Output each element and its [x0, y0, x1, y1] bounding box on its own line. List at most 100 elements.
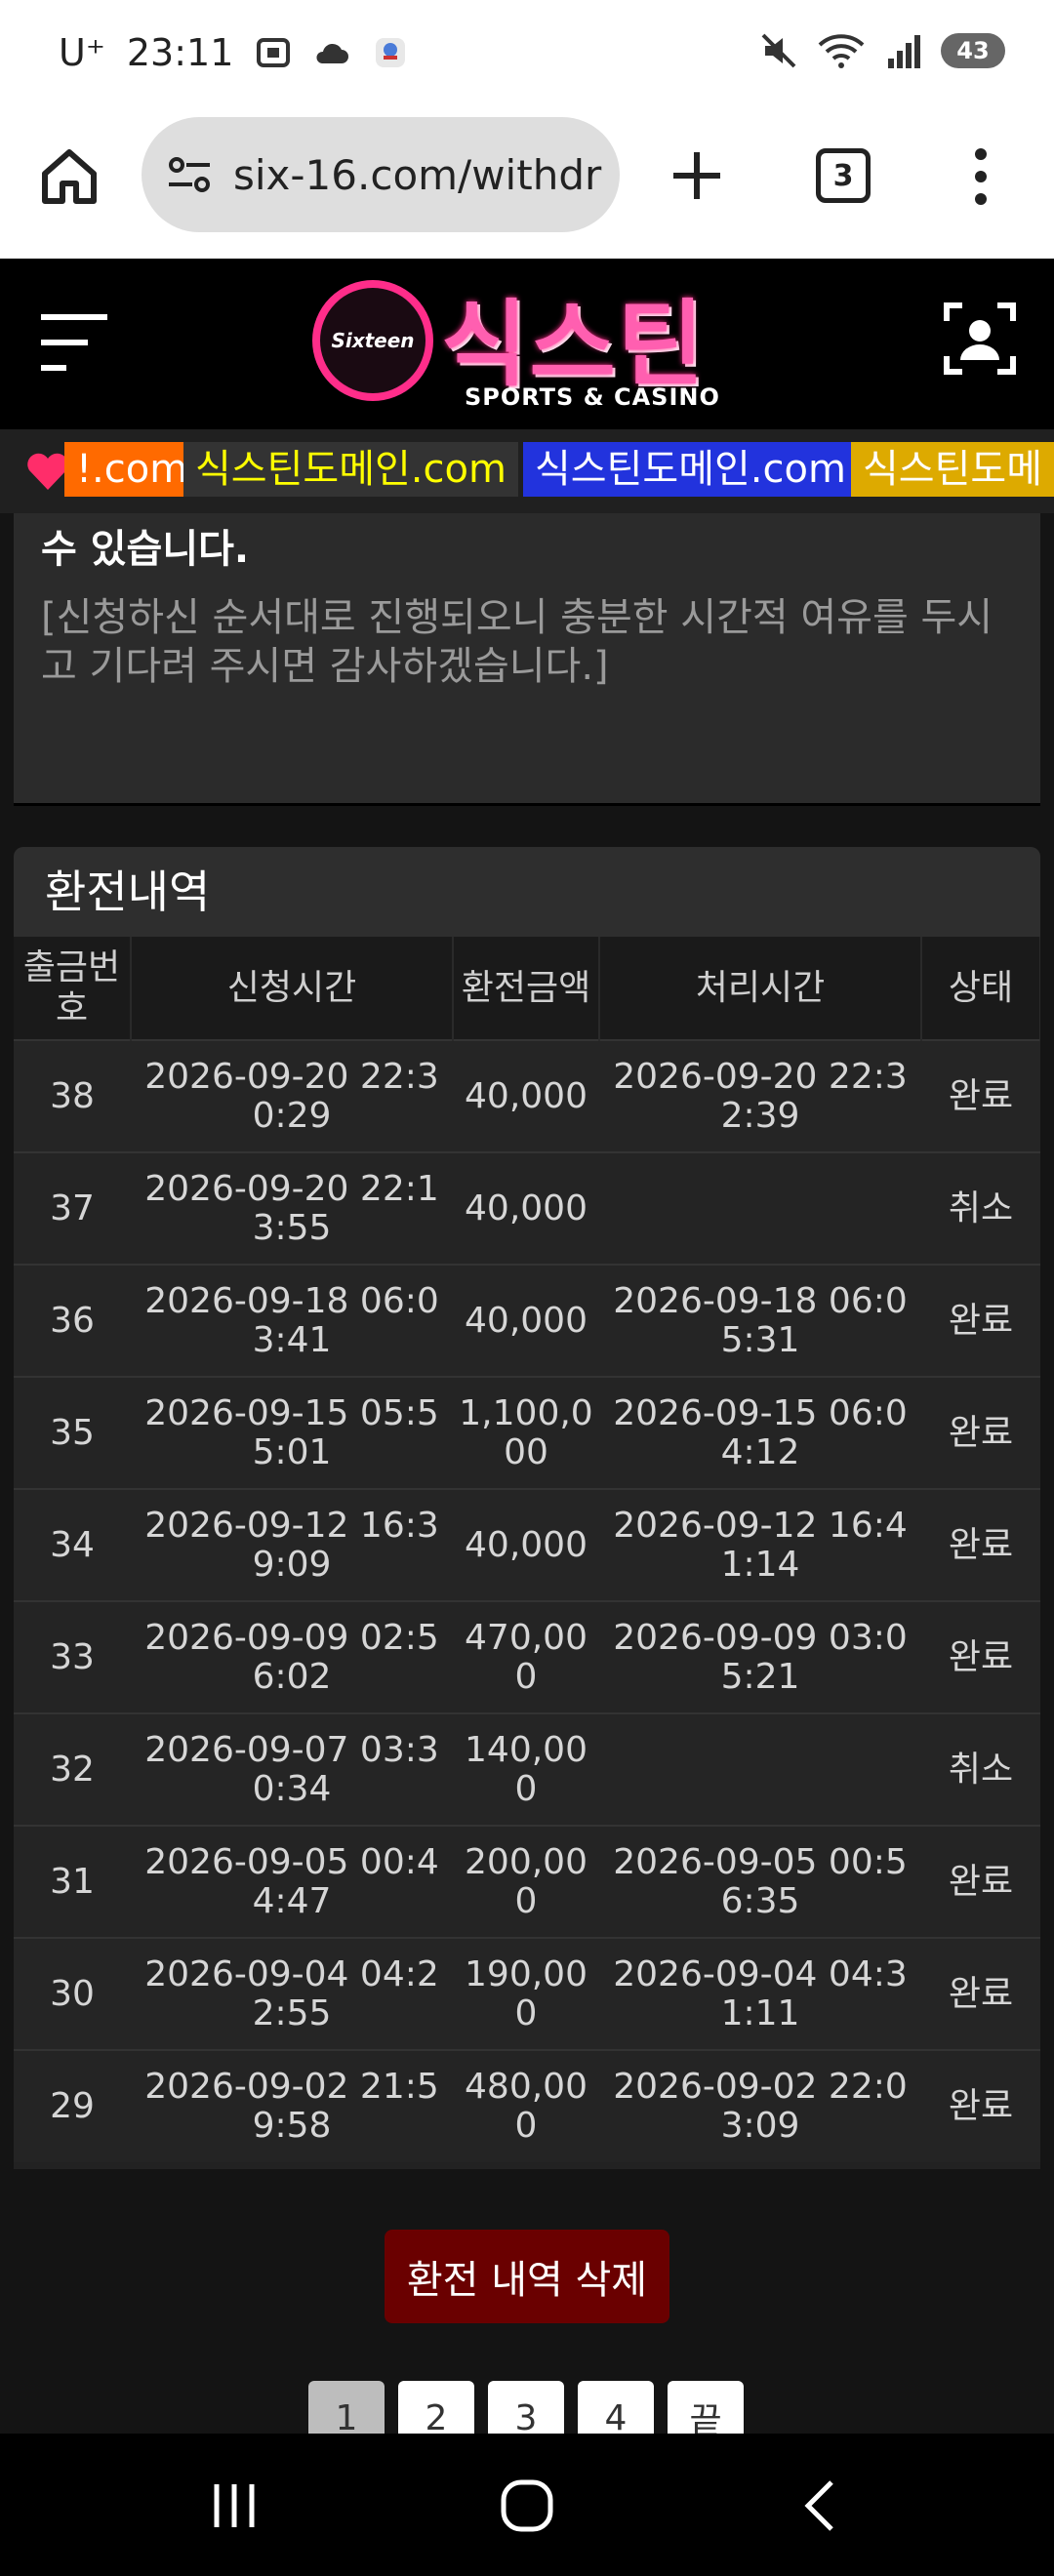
cell-amount: 40,000	[465, 1524, 588, 1565]
cell-no: 34	[50, 1524, 95, 1565]
cell-amount: 470,000	[465, 1617, 588, 1697]
ticker-item[interactable]: !.com	[64, 442, 200, 497]
column-header-amount: 환전금액	[453, 937, 600, 1040]
cell-processed: 2026-09-05 00:56:35	[613, 1841, 908, 1921]
cell-requested: 2026-09-12 16:39:09	[144, 1505, 439, 1585]
cell-status: 완료	[948, 2086, 1014, 2126]
table-row: 38 2026-09-20 22:30:29 40,000 2026-09-20 22…	[14, 1040, 1040, 1152]
cell-status: 완료	[948, 1524, 1014, 1565]
cell-processed: 2026-09-02 22:03:09	[613, 2067, 908, 2146]
cell-status: 완료	[948, 1973, 1014, 2014]
table-row: 34 2026-09-12 16:39:09 40,000 2026-09-12 16…	[14, 1489, 1040, 1601]
more-options-icon[interactable]	[966, 144, 995, 209]
battery-indicator: 43	[941, 33, 1005, 68]
cell-processed: 2026-09-18 06:05:31	[613, 1280, 908, 1360]
cell-no: 35	[50, 1412, 95, 1453]
cell-no: 30	[50, 1973, 95, 2014]
status-bar: U⁺ 23:11 43	[0, 0, 1054, 107]
column-header-requested: 신청시간	[131, 937, 454, 1040]
home-nav-icon[interactable]	[498, 2476, 556, 2535]
cell-processed: 2026-09-12 16:41:14	[613, 1505, 908, 1585]
system-navigation-bar	[0, 2434, 1054, 2576]
ticker-item[interactable]: 식스틴도메인.com	[183, 442, 518, 497]
cell-no: 38	[50, 1075, 95, 1116]
signal-icon	[888, 35, 920, 68]
tab-switcher-button[interactable]: 3	[816, 148, 871, 203]
cell-requested: 2026-09-07 03:30:34	[144, 1729, 439, 1809]
ticker-item[interactable]: 식스틴도메인.com	[523, 442, 858, 497]
cell-requested: 2026-09-05 00:44:47	[144, 1841, 439, 1921]
cell-no: 31	[50, 1861, 95, 1902]
recent-apps-icon[interactable]	[205, 2476, 264, 2535]
cell-no: 32	[50, 1749, 95, 1790]
logo-subtitle: SPORTS & CASINO	[465, 383, 720, 411]
delete-history-button[interactable]: 환전 내역 삭제	[385, 2230, 669, 2323]
cell-no: 33	[50, 1636, 95, 1677]
site-settings-icon[interactable]	[165, 155, 214, 194]
table-row: 29 2026-09-02 21:59:58 480,000 2026-09-02 2…	[14, 2050, 1040, 2162]
cell-amount: 40,000	[465, 1075, 588, 1116]
column-header-no: 출금번호	[14, 937, 132, 1040]
home-icon[interactable]	[37, 144, 101, 209]
url-text[interactable]: six-16.com/withdr	[233, 151, 601, 199]
column-header-status: 상태	[921, 937, 1040, 1040]
cell-no: 29	[50, 2086, 95, 2126]
wifi-icon	[818, 34, 865, 68]
cell-processed: 2026-09-15 06:04:12	[613, 1392, 908, 1472]
cell-status: 취소	[948, 1749, 1014, 1790]
cell-processed	[599, 1152, 921, 1265]
cell-amount: 140,000	[465, 1729, 588, 1809]
cell-status: 취소	[948, 1187, 1014, 1228]
cell-requested: 2026-09-20 22:13:55	[144, 1168, 439, 1248]
column-header-processed: 처리시간	[599, 937, 922, 1040]
cloud-icon	[316, 43, 349, 63]
cell-no: 37	[50, 1187, 95, 1228]
cell-status: 완료	[948, 1636, 1014, 1677]
cell-requested: 2026-09-09 02:56:02	[144, 1617, 439, 1697]
menu-icon[interactable]	[37, 309, 111, 378]
cell-processed: 2026-09-09 03:05:21	[613, 1617, 908, 1697]
cell-requested: 2026-09-02 21:59:58	[144, 2067, 439, 2146]
clock: 23:11	[126, 31, 234, 74]
cell-amount: 200,000	[465, 1841, 588, 1921]
cell-requested: 2026-09-20 22:30:29	[144, 1056, 439, 1136]
exchange-history-table: 출금번호 신청시간 환전금액 처리시간 상태 38 2026-09-20 22:3…	[14, 937, 1040, 2162]
cell-status: 완료	[948, 1861, 1014, 1902]
mute-icon	[761, 33, 796, 68]
table-row: 31 2026-09-05 00:44:47 200,000 2026-09-05 0…	[14, 1826, 1040, 1938]
browser-toolbar: six-16.com/withdr 3	[0, 107, 1054, 259]
cell-requested: 2026-09-18 06:03:41	[144, 1280, 439, 1360]
screen: U⁺ 23:11 43 six-16.com/withdr 3 Sixteen …	[0, 0, 1054, 2576]
cell-amount: 40,000	[465, 1187, 588, 1228]
cell-processed: 2026-09-04 04:31:11	[613, 1953, 908, 2033]
screenshot-icon	[257, 38, 291, 67]
table-header-row: 출금번호 신청시간 환전금액 처리시간 상태	[14, 937, 1040, 1040]
notice-heading: 수 있습니다.	[41, 527, 250, 572]
cell-status: 완료	[948, 1412, 1014, 1453]
cell-requested: 2026-09-15 05:55:01	[144, 1392, 439, 1472]
cell-amount: 190,000	[465, 1953, 588, 2033]
location-app-icon	[376, 38, 406, 67]
cell-amount: 1,100,000	[459, 1392, 593, 1472]
user-account-icon[interactable]	[943, 302, 1017, 376]
notice-box: 수 있습니다. [신청하신 순서대로 진행되오니 충분한 시간적 여유를 두시고…	[14, 513, 1040, 806]
cell-amount: 480,000	[465, 2067, 588, 2146]
new-tab-icon[interactable]	[668, 146, 726, 205]
notice-text: [신청하신 순서대로 진행되오니 충분한 시간적 여유를 두시고 기다려 주시면…	[41, 595, 993, 689]
ticker-item[interactable]: 식스틴도메	[851, 442, 1054, 497]
cell-status: 완료	[948, 1075, 1014, 1116]
table-row: 30 2026-09-04 04:22:55 190,000 2026-09-04 0…	[14, 1938, 1040, 2050]
table-row: 32 2026-09-07 03:30:34 140,000 취소	[14, 1713, 1040, 1826]
logo-badge: Sixteen	[312, 280, 433, 401]
site-logo[interactable]: Sixteen 식스틴 SPORTS & CASINO	[312, 274, 742, 421]
table-row: 33 2026-09-09 02:56:02 470,000 2026-09-09 0…	[14, 1601, 1040, 1713]
table-row: 35 2026-09-15 05:55:01 1,100,000 2026-09-15…	[14, 1377, 1040, 1489]
cell-requested: 2026-09-04 04:22:55	[144, 1953, 439, 2033]
carrier-label: U⁺	[59, 31, 105, 74]
back-icon[interactable]	[792, 2476, 851, 2535]
cell-no: 36	[50, 1300, 95, 1341]
address-bar[interactable]: six-16.com/withdr	[142, 117, 620, 232]
domain-ticker: !.com 식스틴도메인.com 식스틴도메인.com 식스틴도메	[0, 429, 1054, 513]
exchange-history-panel: 환전내역 출금번호 신청시간 환전금액 처리시간 상태 38 2026-09-20…	[14, 847, 1040, 2169]
site-header: Sixteen 식스틴 SPORTS & CASINO	[0, 259, 1054, 429]
